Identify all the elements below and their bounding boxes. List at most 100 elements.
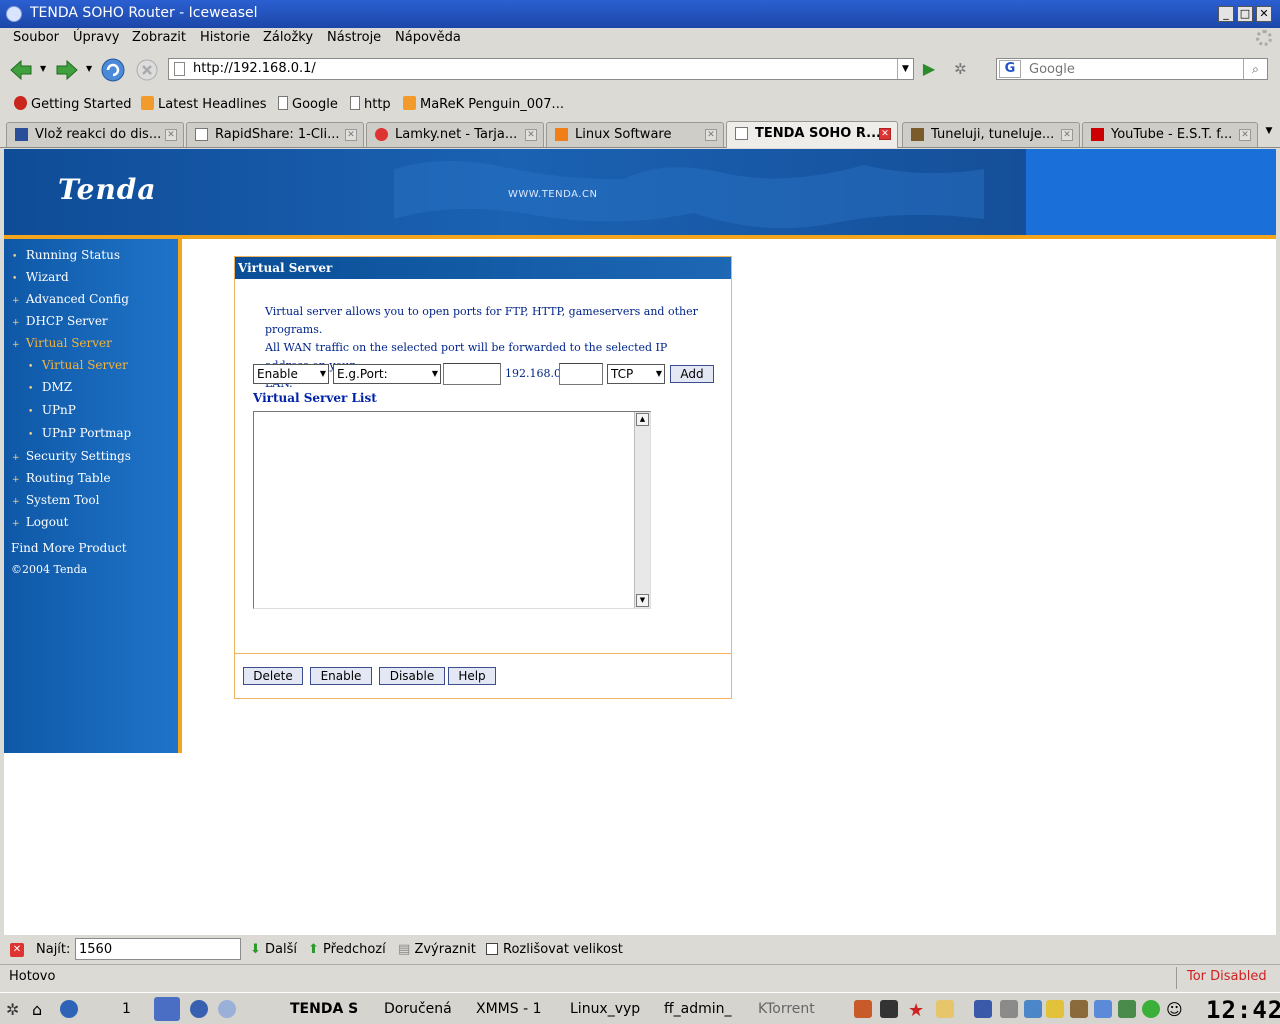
- find-next-button[interactable]: ⬇ Další: [250, 942, 297, 957]
- bookmark-marek-penguin[interactable]: MaReK Penguin_007...: [403, 96, 564, 112]
- sidebar-subitem-dmz[interactable]: • DMZ: [28, 380, 72, 394]
- sidebar-item-system-tool[interactable]: + System Tool: [12, 493, 99, 507]
- port-select[interactable]: E.g.Port: ▼: [333, 364, 441, 384]
- desktop-pager-active[interactable]: [154, 997, 180, 1021]
- sidebar-item-dhcp-server[interactable]: + DHCP Server: [12, 314, 108, 328]
- star-icon[interactable]: ★: [908, 1000, 926, 1021]
- sidebar-subitem-upnp-portmap[interactable]: • UPnP Portmap: [28, 426, 131, 440]
- url-text[interactable]: http://192.168.0.1/: [193, 61, 316, 76]
- close-find-icon[interactable]: ✕: [10, 943, 24, 957]
- minimize-button[interactable]: _: [1218, 6, 1234, 22]
- port-input[interactable]: [443, 363, 501, 385]
- tab-close-icon[interactable]: ✕: [165, 129, 177, 141]
- tab-close-icon[interactable]: ✕: [525, 129, 537, 141]
- taskbar-window-dorucena[interactable]: Doručená: [384, 1001, 468, 1017]
- keyboard-layout-icon[interactable]: [974, 1000, 992, 1018]
- menu-tools[interactable]: Nástroje: [327, 30, 381, 45]
- sidebar-item-virtual-server[interactable]: + Virtual Server: [12, 336, 112, 350]
- sidebar-item-security-settings[interactable]: + Security Settings: [12, 449, 131, 463]
- find-more-product-link[interactable]: Find More Product: [11, 541, 127, 555]
- bookmark-google[interactable]: Google: [278, 96, 338, 112]
- scroll-down-icon[interactable]: ▼: [636, 594, 649, 607]
- tab-youtube[interactable]: YouTube - E.S.T. f... ✕: [1082, 122, 1258, 147]
- disable-button[interactable]: Disable: [379, 667, 445, 685]
- add-button[interactable]: Add: [670, 365, 714, 383]
- tray-icon[interactable]: [936, 1000, 954, 1018]
- match-case-checkbox[interactable]: Rozlišovat velikost: [486, 942, 623, 957]
- search-engine-icon[interactable]: G: [999, 60, 1021, 78]
- tray-icon[interactable]: [1046, 1000, 1064, 1018]
- penguin-icon[interactable]: ☺: [1166, 1000, 1184, 1019]
- tray-icon[interactable]: [1118, 1000, 1136, 1018]
- tab-close-icon[interactable]: ✕: [705, 129, 717, 141]
- tab-close-icon[interactable]: ✕: [1239, 129, 1251, 141]
- tab-close-icon[interactable]: ✕: [345, 129, 357, 141]
- tab-rapidshare[interactable]: RapidShare: 1-Cli... ✕: [186, 122, 364, 147]
- search-icon[interactable]: ⌕: [1243, 59, 1267, 79]
- tab-tuneluji[interactable]: Tuneluji, tuneluje... ✕: [902, 122, 1080, 147]
- clock[interactable]: 12:42: [1206, 996, 1280, 1024]
- tab-close-icon[interactable]: ✕: [879, 128, 891, 140]
- back-dropdown-icon[interactable]: ▼: [40, 64, 46, 73]
- highlight-button[interactable]: ▤ Zvýraznit: [398, 942, 476, 957]
- search-input[interactable]: [1027, 60, 1237, 78]
- url-history-dropdown-icon[interactable]: ▼: [897, 59, 913, 79]
- bookmark-getting-started[interactable]: Getting Started: [14, 96, 132, 112]
- menu-history[interactable]: Historie: [200, 30, 250, 45]
- bookmark-http[interactable]: http: [350, 96, 391, 112]
- terminal-icon[interactable]: [880, 1000, 898, 1018]
- tab-tenda-soho[interactable]: TENDA SOHO R... ✕: [726, 121, 898, 148]
- sidebar-item-routing-table[interactable]: + Routing Table: [12, 471, 111, 485]
- clipboard-icon[interactable]: [1070, 1000, 1088, 1018]
- sidebar-item-logout[interactable]: + Logout: [12, 515, 68, 529]
- tray-icon[interactable]: [1094, 1000, 1112, 1018]
- sidebar-subitem-virtual-server[interactable]: • Virtual Server: [28, 358, 128, 372]
- menu-bookmarks[interactable]: Záložky: [263, 30, 313, 45]
- menu-file[interactable]: Soubor: [13, 30, 59, 45]
- desktop-pager[interactable]: 1: [122, 1001, 131, 1017]
- find-previous-button[interactable]: ⬆ Předchozí: [308, 942, 386, 957]
- find-input[interactable]: [75, 938, 241, 960]
- browser-launcher-icon[interactable]: [60, 1000, 78, 1018]
- forward-dropdown-icon[interactable]: ▼: [86, 64, 92, 73]
- sidebar-subitem-upnp[interactable]: • UPnP: [28, 403, 76, 417]
- sidebar-item-running-status[interactable]: • Running Status: [12, 248, 120, 262]
- network-icon[interactable]: [1024, 1000, 1042, 1018]
- taskbar-window-xmms[interactable]: XMMS - 1: [476, 1001, 560, 1017]
- tab-linux-software[interactable]: Linux Software ✕: [546, 122, 724, 147]
- sidebar-item-advanced-config[interactable]: + Advanced Config: [12, 292, 129, 306]
- scroll-up-icon[interactable]: ▲: [636, 413, 649, 426]
- list-scrollbar[interactable]: ▲ ▼: [634, 412, 650, 608]
- menu-view[interactable]: Zobrazit: [132, 30, 186, 45]
- help-button[interactable]: Help: [448, 667, 496, 685]
- taskbar-window-tenda[interactable]: TENDA S: [290, 1001, 376, 1017]
- forward-icon[interactable]: [54, 57, 80, 83]
- tray-icon[interactable]: [854, 1000, 872, 1018]
- virtual-server-list[interactable]: ▲ ▼: [253, 411, 651, 609]
- kde-menu-icon[interactable]: ✲: [6, 1000, 24, 1019]
- enable-select[interactable]: Enable ▼: [253, 364, 329, 384]
- tray-icon[interactable]: [1142, 1000, 1160, 1018]
- back-icon[interactable]: [8, 57, 34, 83]
- app-launcher-icon[interactable]: [190, 1000, 208, 1018]
- reload-icon[interactable]: [100, 57, 126, 83]
- all-tabs-dropdown-icon[interactable]: ▼: [1262, 126, 1276, 140]
- home-icon[interactable]: ⌂: [32, 1000, 50, 1019]
- sidebar-item-wizard[interactable]: • Wizard: [12, 270, 69, 284]
- enable-button[interactable]: Enable: [310, 667, 372, 685]
- taskbar-window-linux-vyp[interactable]: Linux_vyp: [570, 1001, 656, 1017]
- tor-status[interactable]: Tor Disabled: [1176, 967, 1276, 989]
- tab-close-icon[interactable]: ✕: [1061, 129, 1073, 141]
- delete-button[interactable]: Delete: [243, 667, 303, 685]
- bookmark-latest-headlines[interactable]: Latest Headlines: [141, 96, 267, 112]
- volume-icon[interactable]: [1000, 1000, 1018, 1018]
- url-bar[interactable]: http://192.168.0.1/ ▼: [168, 58, 914, 80]
- app-launcher-icon[interactable]: [218, 1000, 236, 1018]
- go-icon[interactable]: ▶: [918, 58, 940, 80]
- maximize-button[interactable]: □: [1237, 6, 1253, 22]
- search-bar[interactable]: G ⌕: [996, 58, 1268, 80]
- stop-icon[interactable]: [134, 57, 160, 83]
- taskbar-window-ktorrent[interactable]: KTorrent: [758, 1001, 842, 1017]
- ip-last-octet-input[interactable]: [559, 363, 603, 385]
- protocol-select[interactable]: TCP ▼: [607, 364, 665, 384]
